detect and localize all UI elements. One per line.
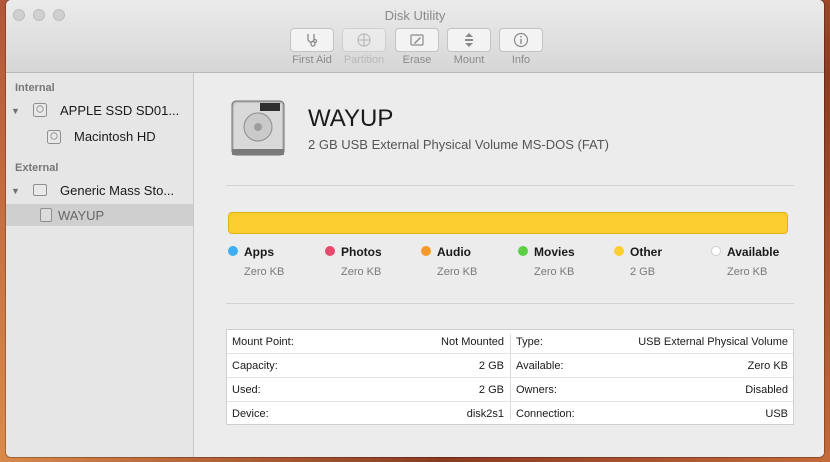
capacity-value: 2 GB <box>478 360 504 372</box>
sidebar-item-generic-mass-storage[interactable]: Generic Mass Sto... <box>60 183 174 198</box>
available-key: Available: <box>516 360 564 372</box>
available-legend-dot <box>711 246 721 256</box>
info-label: Info <box>511 54 531 66</box>
erase-label: Erase <box>402 54 432 66</box>
main-panel: WAYUP 2 GB USB External Physical Volume … <box>194 73 824 457</box>
audio-legend-dot <box>421 246 431 256</box>
row-divider <box>227 353 793 354</box>
volume-name: WAYUP <box>308 105 394 132</box>
stethoscope-icon <box>307 34 318 47</box>
legend-audio-value: Zero KB <box>437 266 478 278</box>
divider <box>226 185 794 186</box>
available-value: Zero KB <box>747 360 788 372</box>
legend-apps: Apps <box>244 245 274 259</box>
titlebar: Disk Utility First Aid Partition Erase M… <box>6 0 824 73</box>
volume-description: 2 GB USB External Physical Volume MS-DOS… <box>308 137 610 152</box>
type-value: USB External Physical Volume <box>638 336 788 348</box>
external-disk-icon <box>33 184 47 196</box>
used-value: 2 GB <box>478 384 504 396</box>
other-legend-dot <box>614 246 624 256</box>
legend-photos: Photos <box>341 245 382 259</box>
first-aid-button[interactable] <box>290 28 334 52</box>
info-icon <box>513 32 529 48</box>
mount-button[interactable] <box>447 28 491 52</box>
partition-icon <box>357 33 371 47</box>
sidebar-section-internal: Internal <box>15 82 55 94</box>
partition-button[interactable] <box>342 28 386 52</box>
volume-disk-icon <box>47 130 61 144</box>
row-divider <box>227 401 793 402</box>
sidebar-item-macintosh-hd[interactable]: Macintosh HD <box>74 129 156 144</box>
sidebar-item-wayup[interactable]: WAYUP <box>58 208 104 223</box>
legend-movies: Movies <box>534 245 575 259</box>
connection-key: Connection: <box>516 408 575 420</box>
mount-point-value: Not Mounted <box>441 336 504 348</box>
window-title: Disk Utility <box>384 8 446 23</box>
used-key: Used: <box>232 384 261 396</box>
movies-legend-dot <box>518 246 528 256</box>
legend-movies-value: Zero KB <box>534 266 575 278</box>
legend-other: Other <box>630 245 663 259</box>
info-table: Mount Point: Not Mounted Capacity: 2 GB … <box>226 329 794 425</box>
disk-utility-window: Disk Utility First Aid Partition Erase M… <box>6 0 824 457</box>
sidebar: Internal ▼ APPLE SSD SD01... Macintosh H… <box>6 73 194 457</box>
legend-audio: Audio <box>437 245 471 259</box>
info-button[interactable] <box>499 28 543 52</box>
type-key: Type: <box>516 336 543 348</box>
mount-icon <box>465 33 473 47</box>
drive-icon <box>231 100 285 156</box>
mount-label: Mount <box>453 54 485 66</box>
legend-photos-value: Zero KB <box>341 266 382 278</box>
disclosure-triangle-icon[interactable]: ▼ <box>11 106 20 116</box>
divider <box>226 303 794 304</box>
legend-other-value: 2 GB <box>630 266 656 278</box>
first-aid-label: First Aid <box>292 54 332 66</box>
internal-disk-icon <box>33 103 47 117</box>
device-value: disk2s1 <box>466 408 504 420</box>
volume-disk-icon <box>40 208 52 222</box>
erase-button[interactable] <box>395 28 439 52</box>
legend-available: Available <box>727 245 780 259</box>
owners-key: Owners: <box>516 384 557 396</box>
sidebar-item-apple-ssd[interactable]: APPLE SSD SD01... <box>60 103 179 118</box>
row-divider <box>227 377 793 378</box>
legend-available-value: Zero KB <box>727 266 768 278</box>
mount-point-key: Mount Point: <box>232 336 294 348</box>
erase-icon <box>410 34 424 46</box>
photos-legend-dot <box>325 246 335 256</box>
owners-value: Disabled <box>745 384 788 396</box>
partition-label: Partition <box>343 54 385 66</box>
legend-apps-value: Zero KB <box>244 266 285 278</box>
sidebar-section-external: External <box>15 162 59 174</box>
capacity-key: Capacity: <box>232 360 278 372</box>
usage-bar <box>228 212 788 234</box>
apps-legend-dot <box>228 246 238 256</box>
disclosure-triangle-icon[interactable]: ▼ <box>11 186 20 196</box>
connection-value: USB <box>765 408 788 420</box>
device-key: Device: <box>232 408 269 420</box>
